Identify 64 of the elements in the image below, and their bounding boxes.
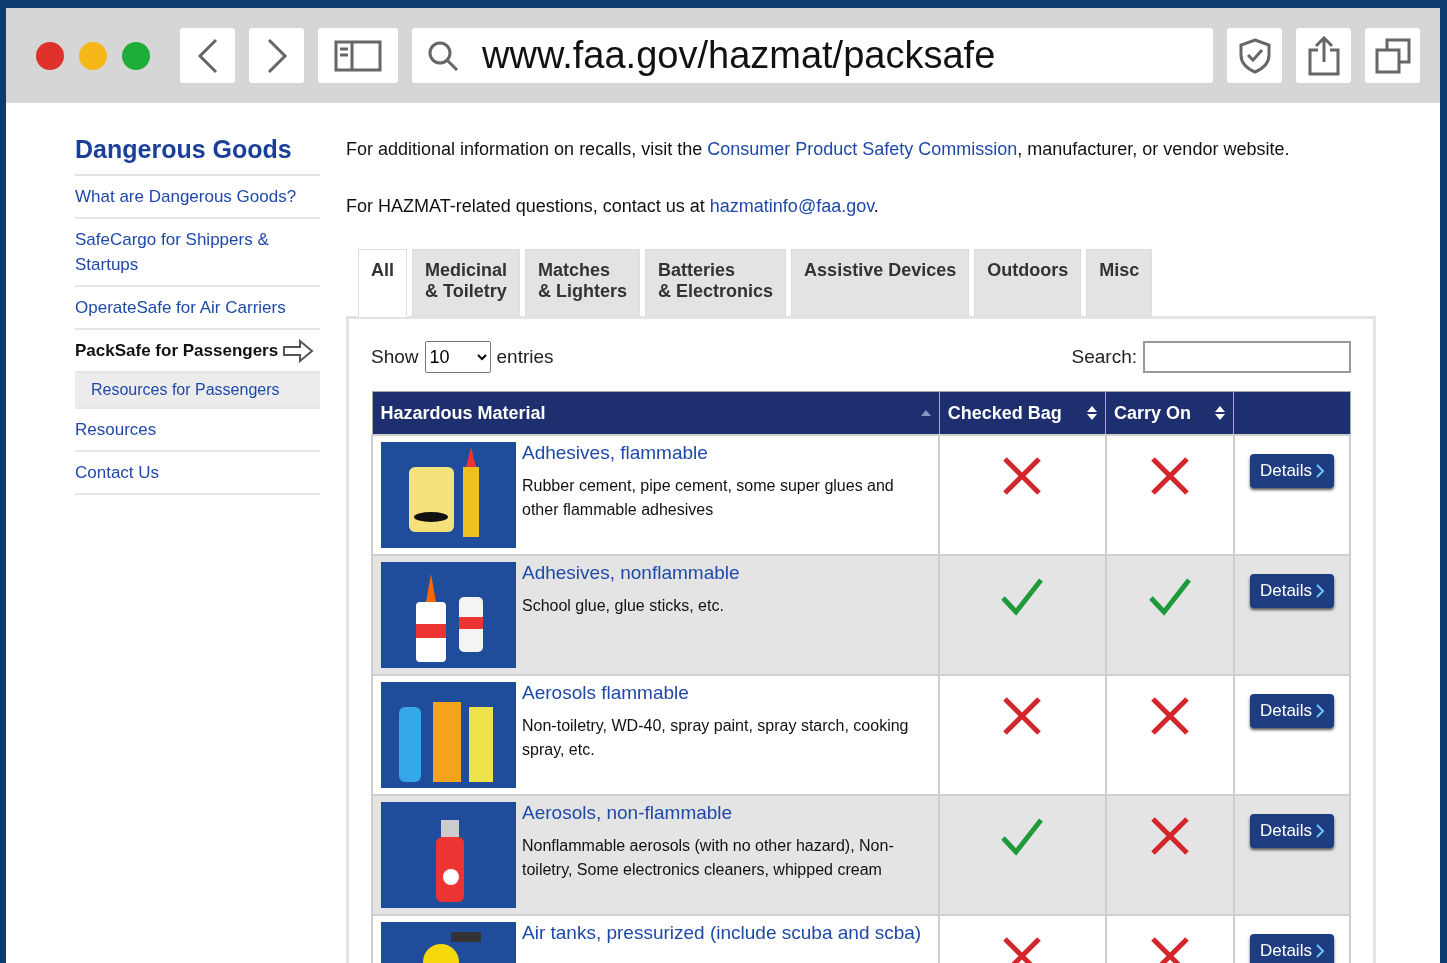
entries-select[interactable]: 10 xyxy=(424,341,491,373)
info-paragraph: For HAZMAT-related questions, contact us at hazmatinfo@faa.gov. xyxy=(346,196,880,217)
shield-button[interactable] xyxy=(1227,28,1282,83)
info-paragraph: For additional information on recalls, visit the Consumer Product Safety Commission, manufacturer, or vendor website. xyxy=(346,139,1291,160)
search-label: Search: xyxy=(1071,346,1137,368)
chevron-right-icon xyxy=(1315,704,1324,718)
material-title[interactable]: Air tanks, pressurized (include scuba and scba) xyxy=(522,922,922,944)
sidebar-item[interactable]: SafeCargo for Shippers & Startups xyxy=(75,219,320,287)
chevron-right-icon xyxy=(1315,824,1324,838)
material-description: Non-toiletry, WD-40, spray paint, spray starch, cooking spray, etc. xyxy=(522,716,910,760)
zoom-dot[interactable] xyxy=(122,41,150,70)
details-button[interactable]: Details xyxy=(1249,454,1334,488)
category-tab[interactable]: Assistive Devices xyxy=(791,249,970,317)
sidebar-item[interactable]: Resources xyxy=(75,409,320,452)
sidebar-button[interactable] xyxy=(318,28,398,83)
entries-label: entries xyxy=(496,346,554,368)
details-button[interactable]: Details xyxy=(1249,934,1334,963)
text-link[interactable]: Consumer Product Safety Commission xyxy=(707,139,1018,159)
material-title[interactable]: Adhesives, nonflammable xyxy=(522,562,740,584)
url-text: www.faa.gov/hazmat/packsafe xyxy=(482,34,996,77)
column-header[interactable]: Carry On xyxy=(1105,391,1234,435)
column-header[interactable]: Checked Bag xyxy=(939,391,1106,435)
tabs-icon xyxy=(1374,37,1411,74)
category-tab[interactable]: Outdoors xyxy=(974,249,1082,317)
sidebar-item[interactable]: OperateSafe for Air Carriers xyxy=(75,287,320,330)
details-button[interactable]: Details xyxy=(1249,574,1334,608)
shield-icon xyxy=(1238,37,1271,74)
column-header[interactable]: Hazardous Material xyxy=(372,391,940,435)
material-description: Nonflammable aerosols (with no other hazard), Non-toiletry, Some electronics cleaners, whipped cream xyxy=(522,836,895,880)
minimize-dot[interactable] xyxy=(79,41,107,70)
chevron-left-icon xyxy=(196,37,219,74)
text-link[interactable]: hazmatinfo@faa.gov xyxy=(709,196,874,216)
details-button[interactable]: Details xyxy=(1249,694,1334,728)
show-label: Show xyxy=(371,346,419,368)
share-button[interactable] xyxy=(1296,28,1351,83)
share-icon xyxy=(1306,35,1341,76)
tabs-button[interactable] xyxy=(1365,28,1420,83)
sidebar-subitem[interactable]: Resources for Passengers xyxy=(75,373,320,409)
chevron-right-icon xyxy=(1315,584,1324,598)
category-tab[interactable]: Misc xyxy=(1086,249,1153,317)
chevron-right-icon xyxy=(1315,944,1324,958)
sidebar-title: Dangerous Goods xyxy=(75,131,320,176)
address-bar[interactable]: www.faa.gov/hazmat/packsafe xyxy=(412,28,1213,83)
sidebar-icon xyxy=(334,39,382,72)
material-description: Rubber cement, pipe cement, some super glues and other flammable adhesives xyxy=(522,476,895,520)
forward-button[interactable] xyxy=(249,28,304,83)
sidebar-item[interactable]: PackSafe for Passengers xyxy=(75,330,279,371)
category-tab[interactable]: All xyxy=(358,249,407,317)
close-dot[interactable] xyxy=(36,41,64,70)
category-tab[interactable]: Medicinal & Toiletry xyxy=(412,249,521,317)
material-description: School glue, glue sticks, etc. xyxy=(522,596,725,616)
chevron-right-icon xyxy=(1315,464,1324,478)
back-button[interactable] xyxy=(180,28,235,83)
category-tab[interactable]: Matches & Lighters xyxy=(525,249,641,317)
search-field[interactable] xyxy=(1143,341,1351,373)
sidebar-item[interactable]: What are Dangerous Goods? xyxy=(75,176,320,219)
sidebar-item[interactable]: Contact Us xyxy=(75,452,320,495)
chevron-right-icon xyxy=(265,37,288,74)
category-tab[interactable]: Batteries & Electronics xyxy=(645,249,787,317)
material-title[interactable]: Aerosols flammable xyxy=(522,682,931,704)
material-title[interactable]: Adhesives, flammable xyxy=(522,442,931,464)
material-title[interactable]: Aerosols, non-flammable xyxy=(522,802,931,824)
arrow-right-icon xyxy=(282,338,315,363)
details-button[interactable]: Details xyxy=(1249,814,1334,848)
